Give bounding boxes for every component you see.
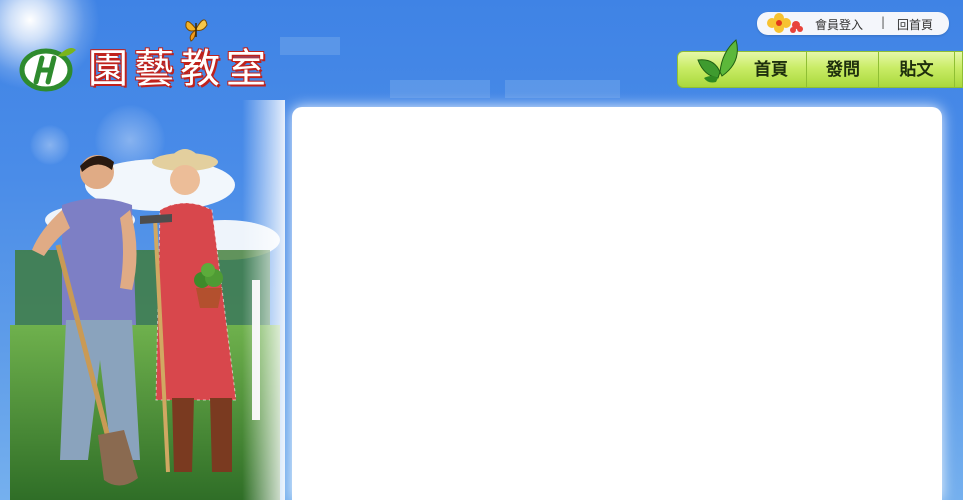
sky-strip (280, 37, 340, 55)
sky-strip (390, 80, 490, 98)
sky-strip (505, 80, 620, 98)
leaf-icon (697, 39, 738, 83)
leaf-h-logo-icon (19, 48, 76, 92)
site-logo[interactable]: 園藝教室 (18, 30, 278, 100)
flower-icon (767, 13, 803, 33)
login-link[interactable]: 會員登入 (815, 16, 863, 33)
link-separator: | (881, 15, 886, 29)
nav-post[interactable]: 貼文 (878, 52, 955, 88)
nav-home[interactable]: 首頁 (736, 52, 806, 88)
top-links-bar: 會員登入 | 回首頁 (757, 12, 949, 35)
main-nav: 首頁 發問 貼文 (677, 39, 963, 88)
hero-illustration (0, 100, 285, 500)
home-link[interactable]: 回首頁 (897, 16, 933, 33)
content-panel (292, 107, 942, 500)
nav-ask[interactable]: 發問 (806, 52, 879, 88)
butterfly-icon (185, 19, 208, 42)
logo-text: 園藝教室 (88, 46, 272, 92)
